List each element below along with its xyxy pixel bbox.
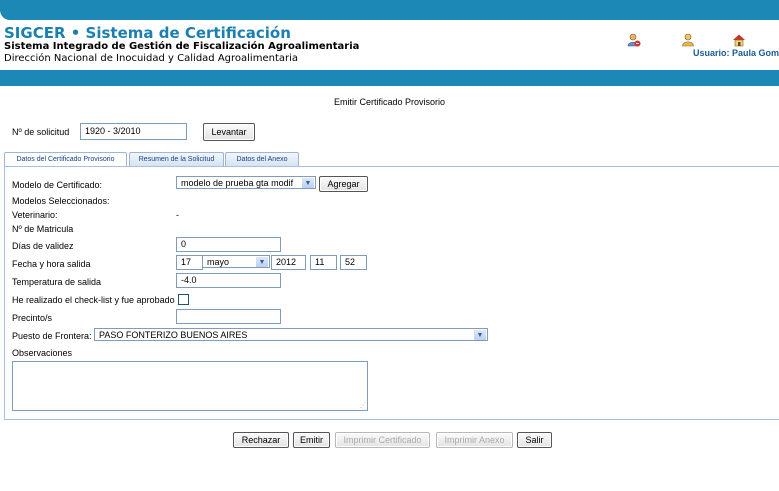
checklist-label: He realizado el check-list y fue aprobad… — [12, 295, 175, 305]
fecha-dia-input[interactable]: 17 — [176, 255, 203, 270]
app-title: SIGCER • Sistema de Certificación — [4, 24, 291, 42]
hora-input[interactable]: 11 — [310, 255, 337, 270]
fecha-salida-label: Fecha y hora salida — [12, 259, 91, 269]
app-subtitle: Sistema Integrado de Gestión de Fiscaliz… — [4, 41, 360, 52]
tab-datos-anexo[interactable]: Datos del Anexo — [225, 152, 299, 166]
puesto-frontera-select[interactable]: PASO FONTERIZO BUENOS AIRES ▼ — [94, 328, 488, 341]
agregar-button[interactable]: Agregar — [319, 176, 368, 192]
top-bar — [0, 0, 779, 20]
chevron-down-icon: ▼ — [256, 257, 268, 267]
imprimir-certificado-button[interactable]: Imprimir Certificado — [335, 432, 430, 448]
matricula-label: Nº de Matricula — [12, 224, 74, 234]
temperatura-label: Temperatura de salida — [12, 277, 102, 287]
veterinario-label: Veterinario: — [12, 210, 58, 220]
org-name: Dirección Nacional de Inocuidad y Calida… — [4, 53, 299, 64]
veterinario-value: - — [176, 210, 179, 220]
minuto-input[interactable]: 52 — [340, 255, 367, 270]
puesto-frontera-value: PASO FONTERIZO BUENOS AIRES — [99, 330, 248, 340]
tab-datos-certificado[interactable]: Datos del Certificado Provisorio — [4, 152, 127, 167]
solicitud-label: Nº de solicitud — [12, 127, 70, 137]
chevron-down-icon: ▼ — [302, 178, 314, 188]
levantar-button[interactable]: Levantar — [203, 123, 255, 141]
solicitud-input[interactable]: 1920 - 3/2010 — [80, 123, 187, 140]
salir-button[interactable]: Salir — [517, 432, 552, 448]
page-title: Emitir Certificado Provisorio — [333, 97, 446, 107]
modelo-select[interactable]: modelo de prueba gta modif ▼ — [176, 176, 316, 189]
rechazar-button[interactable]: Rechazar — [233, 432, 289, 448]
precinto-label: Precinto/s — [12, 313, 53, 323]
modelo-label: Modelo de Certificado: — [12, 180, 103, 190]
checklist-checkbox[interactable] — [178, 294, 189, 305]
resize-grip-icon[interactable]: ⋰ — [360, 402, 366, 409]
emitir-button[interactable]: Emitir — [293, 432, 330, 448]
fecha-mes-select[interactable]: mayo ▼ — [202, 255, 270, 268]
header-band — [0, 70, 779, 86]
modelo-select-value: modelo de prueba gta modif — [181, 178, 294, 188]
user-icon[interactable] — [681, 33, 695, 47]
temperatura-input[interactable]: -4.0 — [176, 273, 281, 288]
fecha-mes-value: mayo — [207, 257, 230, 267]
modelos-seleccionados-label: Modelos Seleccionados: — [12, 196, 110, 206]
fecha-anio-input[interactable]: 2012 — [271, 255, 306, 270]
home-icon[interactable] — [732, 33, 746, 47]
tab-resumen-solicitud[interactable]: Resumen de la Solicitud — [129, 152, 224, 166]
chevron-down-icon: ▼ — [474, 330, 486, 340]
user-delete-icon[interactable] — [627, 33, 641, 47]
dias-validez-label: Días de validez — [12, 241, 74, 251]
imprimir-anexo-button[interactable]: Imprimir Anexo — [436, 432, 513, 448]
observaciones-textarea[interactable]: ⋰ — [12, 361, 368, 411]
user-label: Usuario: Paula Gomez — [693, 48, 779, 58]
dias-validez-input[interactable]: 0 — [176, 237, 281, 252]
puesto-frontera-label: Puesto de Frontera: — [12, 331, 92, 341]
precinto-input[interactable] — [176, 309, 281, 324]
observaciones-label: Observaciones — [12, 348, 73, 358]
header-brand: SIGCER • Sistema de Certificación Sistem… — [4, 25, 359, 65]
